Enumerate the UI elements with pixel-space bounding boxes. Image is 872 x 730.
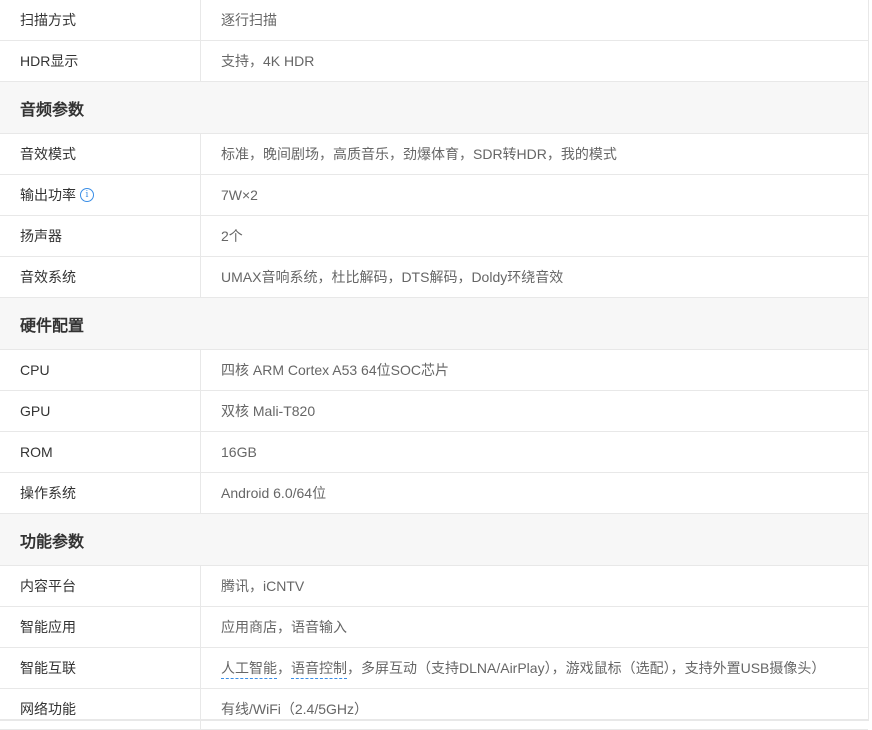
spec-value: 四核 ARM Cortex A53 64位SOC芯片	[221, 362, 449, 378]
spec-value: 标准，晚间剧场，高质音乐，劲爆体育，SDR转HDR，我的模式	[221, 146, 617, 162]
spec-value: Android 6.0/64位	[221, 485, 327, 501]
section-audio-heading: 音频参数	[0, 82, 868, 134]
spec-label: 内容平台	[0, 566, 201, 606]
spec-value: 支持，4K HDR	[221, 53, 315, 69]
spec-row-smart-apps: 智能应用 应用商店，语音输入	[0, 607, 868, 648]
spec-label: CPU	[0, 350, 201, 390]
spec-label: 音效系统	[0, 257, 201, 297]
spec-row-hdr: HDR显示 支持，4K HDR	[0, 41, 868, 82]
separator: ，	[277, 660, 291, 676]
spec-label: 智能互联	[0, 648, 201, 688]
spec-value: 2个	[221, 228, 243, 244]
spec-value: 双核 Mali-T820	[221, 403, 316, 419]
spec-table: 扫描方式 逐行扫描 HDR显示 支持，4K HDR 音频参数 音效模式 标准，晚…	[0, 0, 869, 730]
spec-row-network: 网络功能 有线/WiFi（2.4/5GHz）	[0, 689, 868, 730]
spec-label: 智能应用	[0, 607, 201, 647]
spec-value: UMAX音响系统，杜比解码，DTS解码，Doldy环绕音效	[221, 269, 564, 285]
spec-label-with-icon: 输出功率 i	[0, 175, 201, 215]
spec-row-smart-connect: 智能互联 人工智能 ， 语音控制 ，多屏互动（支持DLNA/AirPlay），游…	[0, 648, 868, 689]
spec-value-rest: ，多屏互动（支持DLNA/AirPlay），游戏鼠标（选配），支持外置USB摄像…	[347, 660, 826, 676]
spec-value: 16GB	[221, 444, 257, 460]
section-function-heading: 功能参数	[0, 514, 868, 566]
spec-label: 音效模式	[0, 134, 201, 174]
spec-row-os: 操作系统 Android 6.0/64位	[0, 473, 868, 514]
spec-row-scan-mode: 扫描方式 逐行扫描	[0, 0, 868, 41]
spec-row-gpu: GPU 双核 Mali-T820	[0, 391, 868, 432]
spec-row-rom: ROM 16GB	[0, 432, 868, 473]
spec-value: 7W×2	[221, 187, 258, 203]
spec-label: 扬声器	[0, 216, 201, 256]
spec-value: 有线/WiFi（2.4/5GHz）	[221, 701, 369, 717]
spec-row-sound-system: 音效系统 UMAX音响系统，杜比解码，DTS解码，Doldy环绕音效	[0, 257, 868, 298]
spec-label: GPU	[0, 391, 201, 431]
spec-row-content-platform: 内容平台 腾讯，iCNTV	[0, 566, 868, 607]
spec-row-sound-mode: 音效模式 标准，晚间剧场，高质音乐，劲爆体育，SDR转HDR，我的模式	[0, 134, 868, 175]
section-hardware-heading: 硬件配置	[0, 298, 868, 350]
ai-link[interactable]: 人工智能	[221, 658, 277, 679]
spec-row-speaker: 扬声器 2个	[0, 216, 868, 257]
spec-value: 人工智能 ， 语音控制 ，多屏互动（支持DLNA/AirPlay），游戏鼠标（选…	[201, 648, 868, 688]
spec-value: 逐行扫描	[221, 12, 277, 28]
spec-row-cpu: CPU 四核 ARM Cortex A53 64位SOC芯片	[0, 350, 868, 391]
spec-value: 腾讯，iCNTV	[221, 578, 305, 594]
spec-label: 输出功率	[20, 187, 76, 203]
spec-label: 扫描方式	[0, 0, 201, 40]
voice-control-link[interactable]: 语音控制	[291, 658, 347, 679]
spec-label: ROM	[0, 432, 201, 472]
info-icon[interactable]: i	[80, 188, 94, 202]
spec-label: HDR显示	[0, 41, 201, 81]
spec-value: 应用商店，语音输入	[221, 619, 347, 635]
spec-label: 操作系统	[0, 473, 201, 513]
spec-row-output-power: 输出功率 i 7W×2	[0, 175, 868, 216]
spec-label: 网络功能	[0, 689, 201, 729]
